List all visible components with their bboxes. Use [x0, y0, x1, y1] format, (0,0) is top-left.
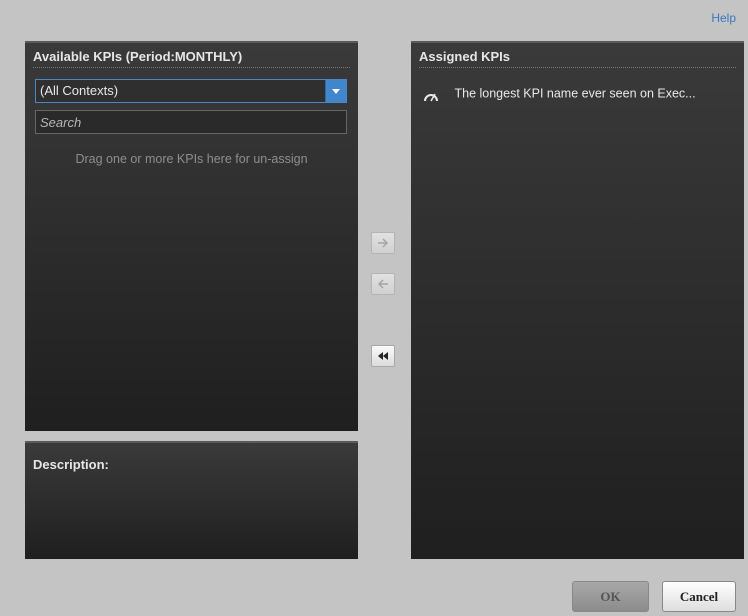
cancel-button[interactable]: Cancel — [662, 581, 736, 612]
assigned-kpi-label: The longest KPI name ever seen on Exec..… — [454, 86, 696, 101]
context-select-value: (All Contexts) — [40, 83, 119, 98]
assigned-kpi-item[interactable]: The longest KPI name ever seen on Exec..… — [423, 83, 736, 103]
arrow-right-icon — [378, 238, 389, 248]
move-all-left-button[interactable] — [371, 345, 395, 367]
description-title: Description: — [33, 457, 109, 472]
assigned-kpis-panel: Assigned KPIs The longest KPI name ever … — [411, 41, 744, 559]
available-kpis-title: Available KPIs (Period:MONTHLY) — [33, 49, 350, 68]
chevron-down-icon[interactable] — [325, 80, 346, 102]
assigned-kpis-title: Assigned KPIs — [419, 49, 736, 68]
drop-hint: Drag one or more KPIs here for un-assign — [75, 152, 308, 166]
arrow-left-icon — [377, 279, 388, 289]
help-link[interactable]: Help — [711, 11, 736, 25]
gauge-icon — [423, 88, 439, 102]
ok-button[interactable]: OK — [572, 581, 649, 612]
move-left-button[interactable] — [371, 273, 395, 295]
move-right-button[interactable] — [371, 232, 395, 254]
description-panel: Description: — [25, 441, 358, 559]
double-chevron-left-icon — [378, 352, 388, 360]
search-input[interactable] — [35, 110, 347, 134]
context-select[interactable]: (All Contexts) — [35, 79, 347, 103]
available-kpis-panel: Available KPIs (Period:MONTHLY) (All Con… — [25, 41, 358, 431]
